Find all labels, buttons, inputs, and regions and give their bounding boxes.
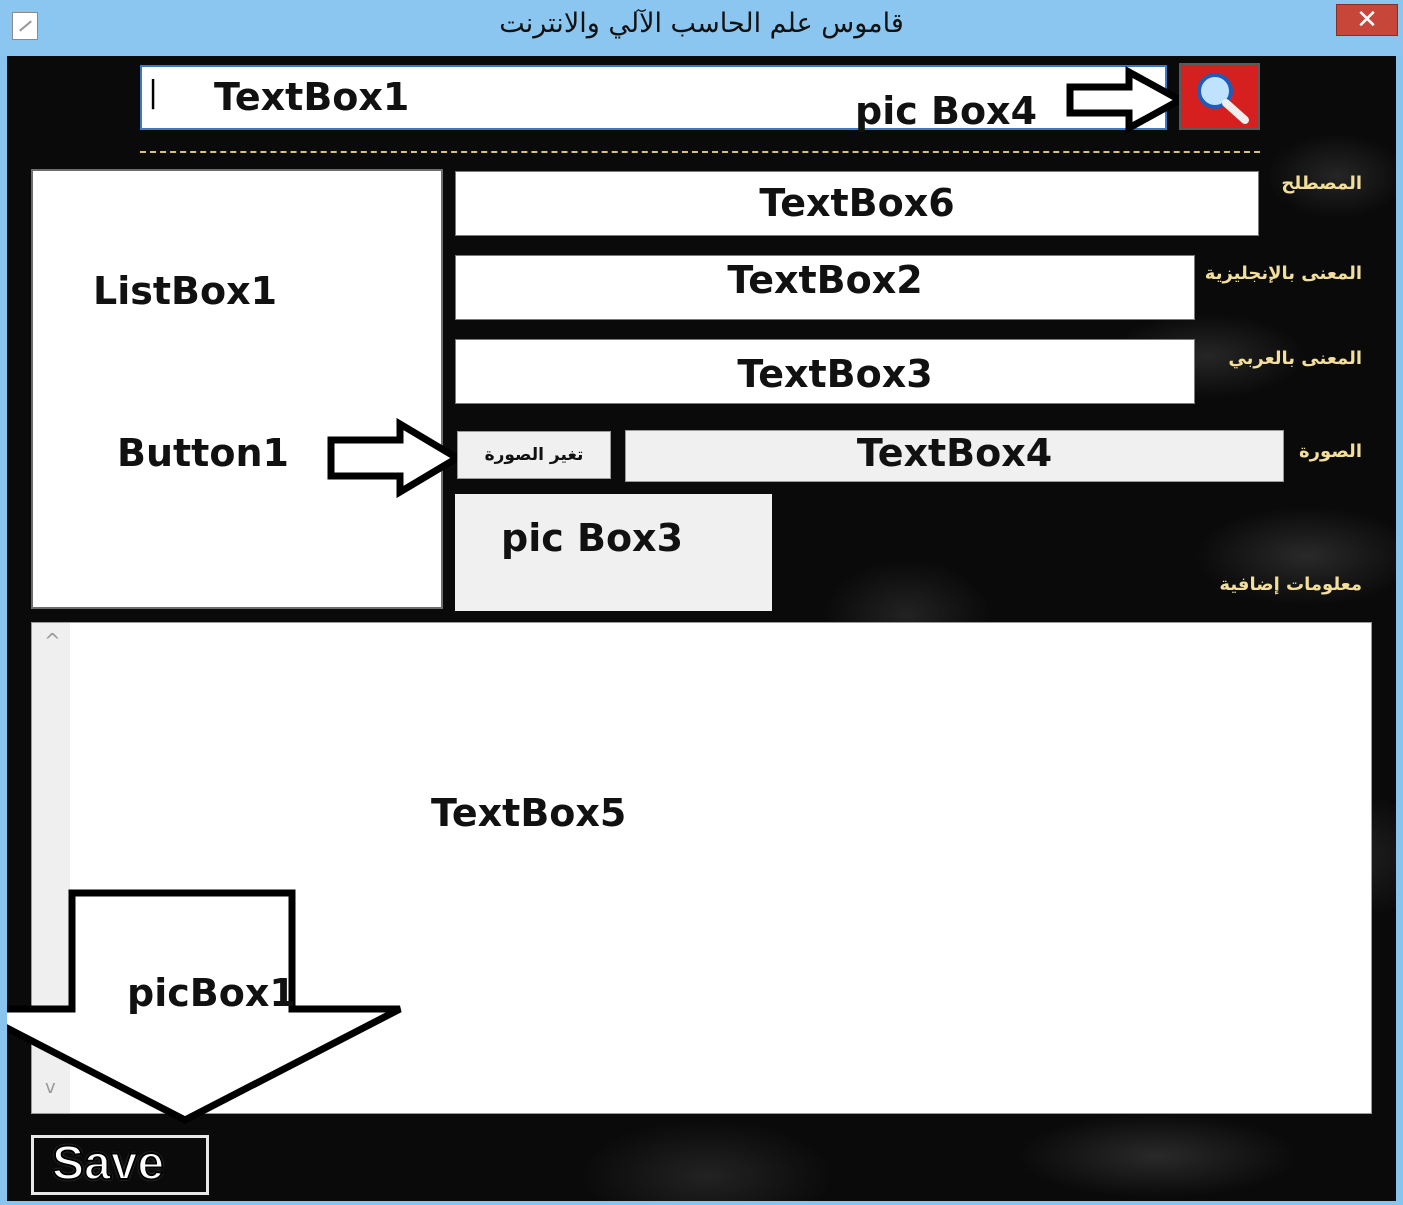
picbox4-label: pic Box4 xyxy=(855,89,1038,133)
english-meaning-label: المعنى بالإنجليزية xyxy=(1204,263,1362,284)
arrow-right-icon xyxy=(327,417,464,499)
listbox[interactable]: ListBox1 Button1 xyxy=(31,169,443,609)
notes-textbox-label: TextBox5 xyxy=(431,791,627,835)
text-caret: | xyxy=(148,75,159,110)
form-client-area: | TextBox1 pic Box4 ListBox1 Button1 Tex… xyxy=(7,56,1396,1201)
extra-info-label: معلومات إضافية xyxy=(1219,574,1362,595)
term-textbox[interactable]: TextBox6 xyxy=(455,171,1259,236)
image-label: الصورة xyxy=(1299,441,1362,462)
english-meaning-textbox[interactable]: TextBox2 xyxy=(455,255,1195,320)
close-button[interactable]: ✕ xyxy=(1336,4,1398,36)
separator-line xyxy=(140,151,1260,153)
arrow-right-icon xyxy=(1066,66,1188,134)
term-label: المصطلح xyxy=(1281,173,1362,194)
arabic-meaning-textbox[interactable]: TextBox3 xyxy=(455,339,1195,404)
image-path-textbox[interactable]: TextBox4 xyxy=(625,430,1284,482)
image-preview-picbox: pic Box3 xyxy=(455,494,772,611)
search-textbox-label: TextBox1 xyxy=(214,75,410,119)
search-button[interactable] xyxy=(1179,63,1260,130)
listbox-label: ListBox1 xyxy=(93,269,278,313)
save-button[interactable]: Save xyxy=(31,1135,209,1195)
save-button-label: Save xyxy=(51,1136,165,1191)
scroll-up-icon[interactable]: ^ xyxy=(44,629,61,653)
picbox3-label: pic Box3 xyxy=(501,516,684,560)
arabic-meaning-label: المعنى بالعربي xyxy=(1228,348,1362,369)
search-textbox[interactable]: | TextBox1 pic Box4 xyxy=(140,65,1167,133)
picbox1-label: picBox1 xyxy=(127,971,296,1015)
window-title: قاموس علم الحاسب الآلي والانترنت xyxy=(499,8,904,39)
title-bar: قاموس علم الحاسب الآلي والانترنت ✕ xyxy=(0,0,1403,56)
button1-label: Button1 xyxy=(117,431,289,475)
change-image-button[interactable]: تغير الصورة xyxy=(457,431,611,479)
magnifier-icon xyxy=(1197,73,1249,124)
